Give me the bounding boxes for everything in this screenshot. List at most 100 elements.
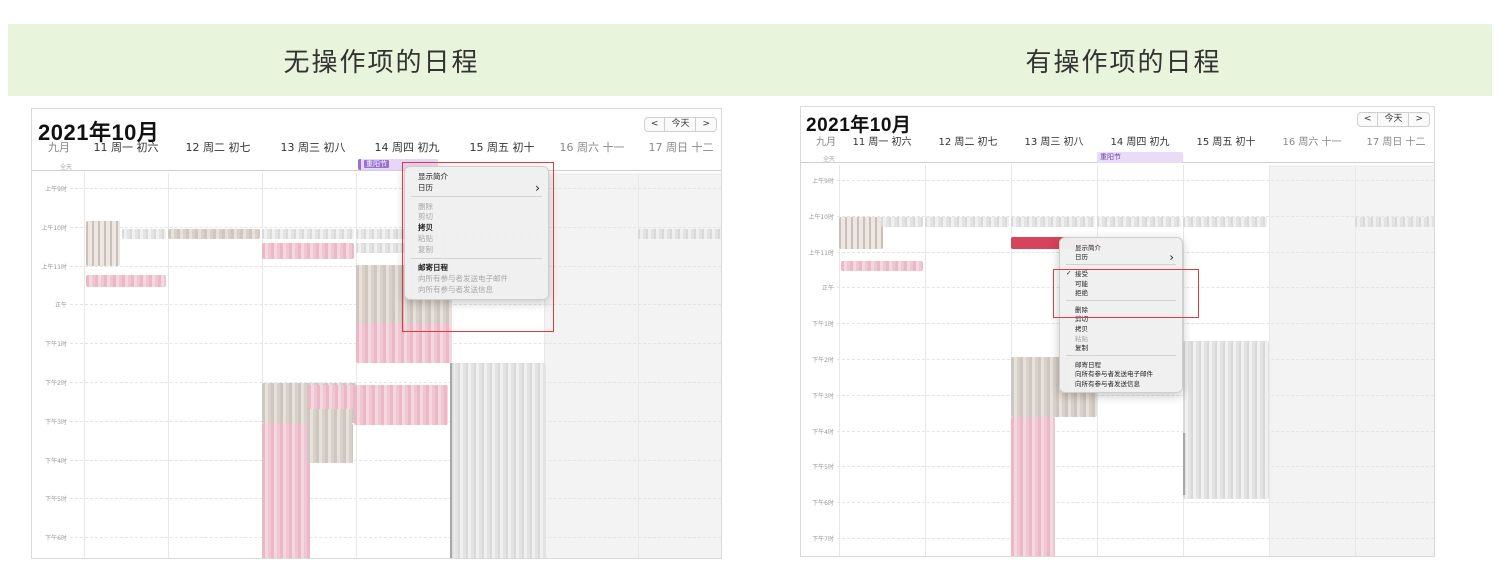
day-header-fri[interactable]: 15 周五 初十: [1183, 133, 1269, 148]
menu-item-calendar[interactable]: 日历 ›: [1060, 250, 1182, 264]
day-header-sat[interactable]: 16 周六 十一: [544, 139, 640, 155]
menu-item-mail-event[interactable]: 邮寄日程: [405, 263, 548, 274]
next-button[interactable]: >: [695, 118, 716, 131]
calendar-event[interactable]: [168, 229, 260, 239]
calendar-event[interactable]: [86, 275, 166, 287]
menu-separator: [1066, 299, 1176, 301]
menu-item-accept[interactable]: ✓ 接受: [1060, 268, 1182, 278]
menu-item-message-all-attendees[interactable]: 向所有参与者发送信息: [1060, 378, 1182, 388]
today-button[interactable]: 今天: [1377, 113, 1408, 126]
calendar-event[interactable]: [262, 423, 310, 558]
calendar-event[interactable]: [356, 323, 452, 363]
menu-item-label: 日历: [1075, 253, 1088, 262]
calendar-event[interactable]: [638, 229, 721, 239]
day-header-sun[interactable]: 17 周日 十二: [638, 139, 721, 155]
next-button[interactable]: >: [1408, 113, 1429, 126]
calendar-event[interactable]: [1011, 417, 1055, 556]
banner-left-title: 无操作项的日程: [283, 47, 480, 78]
menu-item-decline[interactable]: 拒绝: [1060, 287, 1182, 297]
menu-item-message-all-attendees: 向所有参与者发送信息: [405, 284, 548, 295]
menu-item-label: 粘贴: [418, 233, 433, 243]
calendar-event[interactable]: [308, 385, 354, 409]
event-edge[interactable]: [450, 363, 454, 558]
menu-item-label: 向所有参与者发送电子邮件: [1075, 370, 1153, 379]
day-header-wed[interactable]: 13 周三 初八: [1011, 133, 1097, 148]
hour-line: [837, 502, 1434, 504]
calendar-event[interactable]: [841, 261, 923, 271]
calendar-event[interactable]: [881, 217, 923, 227]
calendar-event[interactable]: [1183, 441, 1269, 499]
day-header-thu[interactable]: 14 周四 初九: [1097, 133, 1183, 148]
menu-item-label: 可能: [1075, 279, 1088, 288]
banner-right: 有操作项的日程: [755, 24, 1492, 96]
menu-item-copy[interactable]: 拷贝: [1060, 323, 1182, 333]
hour-line: [837, 394, 1434, 396]
menu-item-mail-event[interactable]: 邮寄日程: [1060, 359, 1182, 369]
chevron-right-icon: ›: [535, 179, 540, 195]
hour-line: [70, 382, 721, 383]
prev-button[interactable]: <: [645, 118, 665, 131]
day-header-tue[interactable]: 12 周二 初七: [925, 133, 1011, 148]
holiday-event[interactable]: 重阳节: [1097, 152, 1183, 163]
menu-separator: [1066, 354, 1176, 356]
day-header-fri[interactable]: 15 周五 初十: [454, 139, 550, 155]
context-menu[interactable]: 显示简介 日历 › 删除 剪切 拷贝 粘贴 复制 邮寄日程 向所有参与者发送电子邮件 向所有参与者发…: [404, 166, 549, 300]
calendar-event[interactable]: [1011, 217, 1095, 227]
allday-label: 全天: [60, 164, 73, 171]
calendar-event[interactable]: [450, 363, 546, 558]
calendar-event[interactable]: [1183, 217, 1267, 227]
today-button[interactable]: 今天: [664, 118, 695, 131]
time-label: 上午9时: [812, 178, 834, 185]
calendar-event[interactable]: [86, 221, 120, 266]
menu-item-label: 拷贝: [1075, 324, 1088, 333]
time-label: 下午5时: [45, 496, 67, 504]
menu-item-calendar[interactable]: 日历 ›: [405, 179, 548, 195]
calendar-event[interactable]: [262, 229, 354, 239]
check-icon: ✓: [1066, 268, 1072, 277]
weekend-column-sat: [1269, 165, 1355, 556]
menu-item-email-all-attendees[interactable]: 向所有参与者发送电子邮件: [1060, 369, 1182, 379]
menu-item-label: 拷贝: [418, 223, 433, 233]
time-label: 下午5时: [812, 464, 834, 472]
event-edge[interactable]: [1183, 433, 1186, 495]
menu-item-label: 接受: [1075, 269, 1088, 278]
allday-label: 全天: [823, 156, 836, 163]
day-header-row: 九月 11 周一 初六 12 周二 初七 13 周三 初八 14 周四 初九 1…: [32, 139, 721, 155]
menu-item-maybe[interactable]: 可能: [1060, 278, 1182, 288]
day-header-mon[interactable]: 11 周一 初六: [82, 139, 170, 155]
day-header-sun[interactable]: 17 周日 十二: [1355, 133, 1434, 148]
hour-line: [837, 538, 1434, 539]
calendar-event[interactable]: [122, 229, 166, 239]
calendar-event[interactable]: [262, 243, 354, 259]
time-grid: 上午9时 上午10时 上午11时 正午 下午1时 下午2时 下午3时 下午4时 下午5时 下午6时: [32, 173, 721, 558]
menu-item-label: 剪切: [1075, 315, 1088, 324]
calendar-event[interactable]: [354, 385, 448, 425]
banner-right-title: 有操作项的日程: [1025, 47, 1222, 78]
menu-item-label: 日历: [418, 182, 433, 192]
menu-item-get-info[interactable]: 显示简介: [1060, 242, 1182, 252]
context-menu[interactable]: 显示简介 日历 › ✓ 接受 可能 拒绝 删除 剪切 拷贝 粘贴 复制 邮寄日程 向所有参与者发送电子邮件…: [1059, 237, 1183, 393]
menu-item-cut[interactable]: 剪切: [1060, 314, 1182, 324]
menu-item-duplicate[interactable]: 复制: [1060, 342, 1182, 352]
day-header-sat[interactable]: 16 周六 十一: [1269, 133, 1355, 148]
hour-line: [70, 459, 721, 461]
calendar-event[interactable]: [839, 217, 883, 249]
day-header-row: 九月 11 周一 初六 12 周二 初七 13 周三 初八 14 周四 初九 1…: [801, 133, 1434, 149]
hour-line: [837, 430, 1434, 432]
day-header-tue[interactable]: 12 周二 初七: [170, 139, 266, 155]
prev-button[interactable]: <: [1358, 113, 1378, 126]
menu-item-get-info[interactable]: 显示简介: [405, 171, 548, 182]
calendar-event[interactable]: [1097, 217, 1181, 227]
day-header-mon[interactable]: 11 周一 初六: [839, 133, 925, 148]
calendar-event[interactable]: [1355, 217, 1434, 227]
day-divider: [84, 173, 85, 558]
day-header-wed[interactable]: 13 周三 初八: [266, 139, 360, 155]
day-header-thu[interactable]: 14 周四 初九: [360, 139, 454, 155]
hour-line: [70, 537, 721, 539]
nav-group: < 今天 >: [643, 117, 717, 132]
calendar-event[interactable]: [925, 217, 1009, 227]
calendar-event[interactable]: [307, 423, 353, 463]
menu-item-delete[interactable]: 删除: [1060, 304, 1182, 314]
menu-item-copy[interactable]: 拷贝: [405, 222, 548, 233]
menu-item-delete: 删除: [405, 201, 548, 212]
